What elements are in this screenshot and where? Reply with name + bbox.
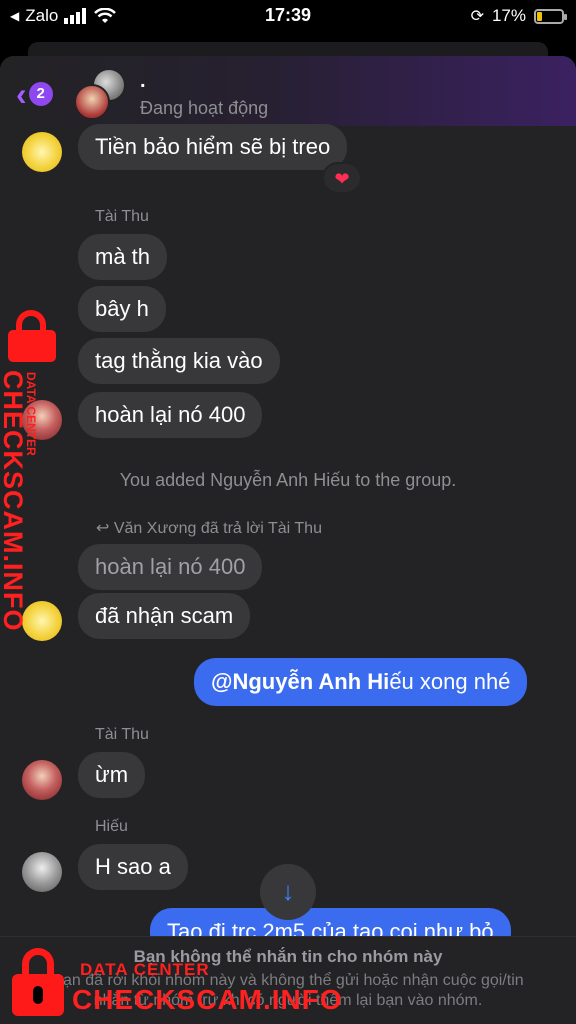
reply-arrow-icon: ↩ (96, 520, 114, 537)
back-button[interactable]: ‹ 2 (16, 78, 53, 110)
activity-status: Đang hoạt động (140, 98, 269, 118)
message-bubble[interactable]: mà th (78, 234, 168, 280)
watermark-bottom: DATA CENTER CHECKSCAM.INFO (8, 948, 368, 1020)
sender-avatar[interactable] (22, 852, 62, 892)
rotation-lock-icon: ⟳ (470, 8, 484, 25)
status-right: ⟳ 17% (470, 6, 567, 26)
battery-percent: 17% (491, 6, 526, 25)
battery-icon (534, 8, 567, 24)
reply-label-text: Văn Xương đã trả lời Tài Thu (113, 520, 322, 537)
scroll-to-bottom-button[interactable]: ↓ (260, 864, 316, 920)
chat-header: ‹ 2 . Đang hoạt động (0, 56, 576, 126)
lock-icon (12, 948, 64, 1018)
lock-icon (4, 310, 60, 362)
chevron-left-icon: ‹ (16, 76, 27, 112)
mention-link[interactable]: @Nguyễn Anh Hi (211, 669, 389, 694)
status-bar: ◀ Zalo 17:39 ⟳ 17% (0, 0, 576, 32)
group-avatar[interactable] (74, 68, 126, 120)
heart-reaction-icon[interactable]: ❤ (322, 162, 362, 194)
watermark-small: DATA CENTER (80, 960, 210, 979)
watermark-side: CHECKSCAM.INFO DATA CENTER (0, 310, 60, 632)
message-bubble[interactable]: hoàn lại nó 400 (78, 392, 263, 438)
sender-name: Tài Thu (95, 208, 149, 225)
sender-avatar[interactable] (22, 601, 62, 641)
watermark-small: DATA CENTER (24, 372, 38, 456)
sender-avatar[interactable] (22, 760, 62, 800)
message-bubble[interactable]: bây h (78, 286, 166, 332)
arrow-down-icon: ↓ (281, 876, 295, 906)
unread-badge: 2 (28, 82, 53, 106)
sender-name: Tài Thu (95, 726, 149, 743)
chat-screen: ‹ 2 . Đang hoạt động Tiền bảo hiểm sẽ bị… (0, 56, 576, 1024)
message-bubble[interactable]: Tiền bảo hiểm sẽ bị treo (78, 124, 348, 170)
message-text: ếu xong nhé (389, 669, 511, 694)
sender-avatar[interactable] (22, 132, 62, 172)
quoted-message[interactable]: hoàn lại nó 400 (78, 544, 263, 590)
watermark-big: CHECKSCAM.INFO (72, 984, 343, 1015)
message-bubble[interactable]: đã nhận scam (78, 593, 251, 639)
system-message: You added Nguyễn Anh Hiếu to the group. (119, 470, 457, 490)
message-bubble[interactable]: ừm (78, 752, 146, 798)
message-bubble[interactable]: tag thằng kia vào (78, 338, 280, 384)
group-name[interactable]: . (140, 70, 146, 93)
reply-label: ↩ Văn Xương đã trả lời Tài Thu (96, 518, 322, 538)
outgoing-message-bubble[interactable]: @Nguyễn Anh Hiếu xong nhé (194, 658, 528, 706)
message-bubble[interactable]: H sao a (78, 844, 188, 890)
group-avatar-member-2 (74, 84, 110, 120)
sender-name: Hiếu (95, 818, 128, 835)
